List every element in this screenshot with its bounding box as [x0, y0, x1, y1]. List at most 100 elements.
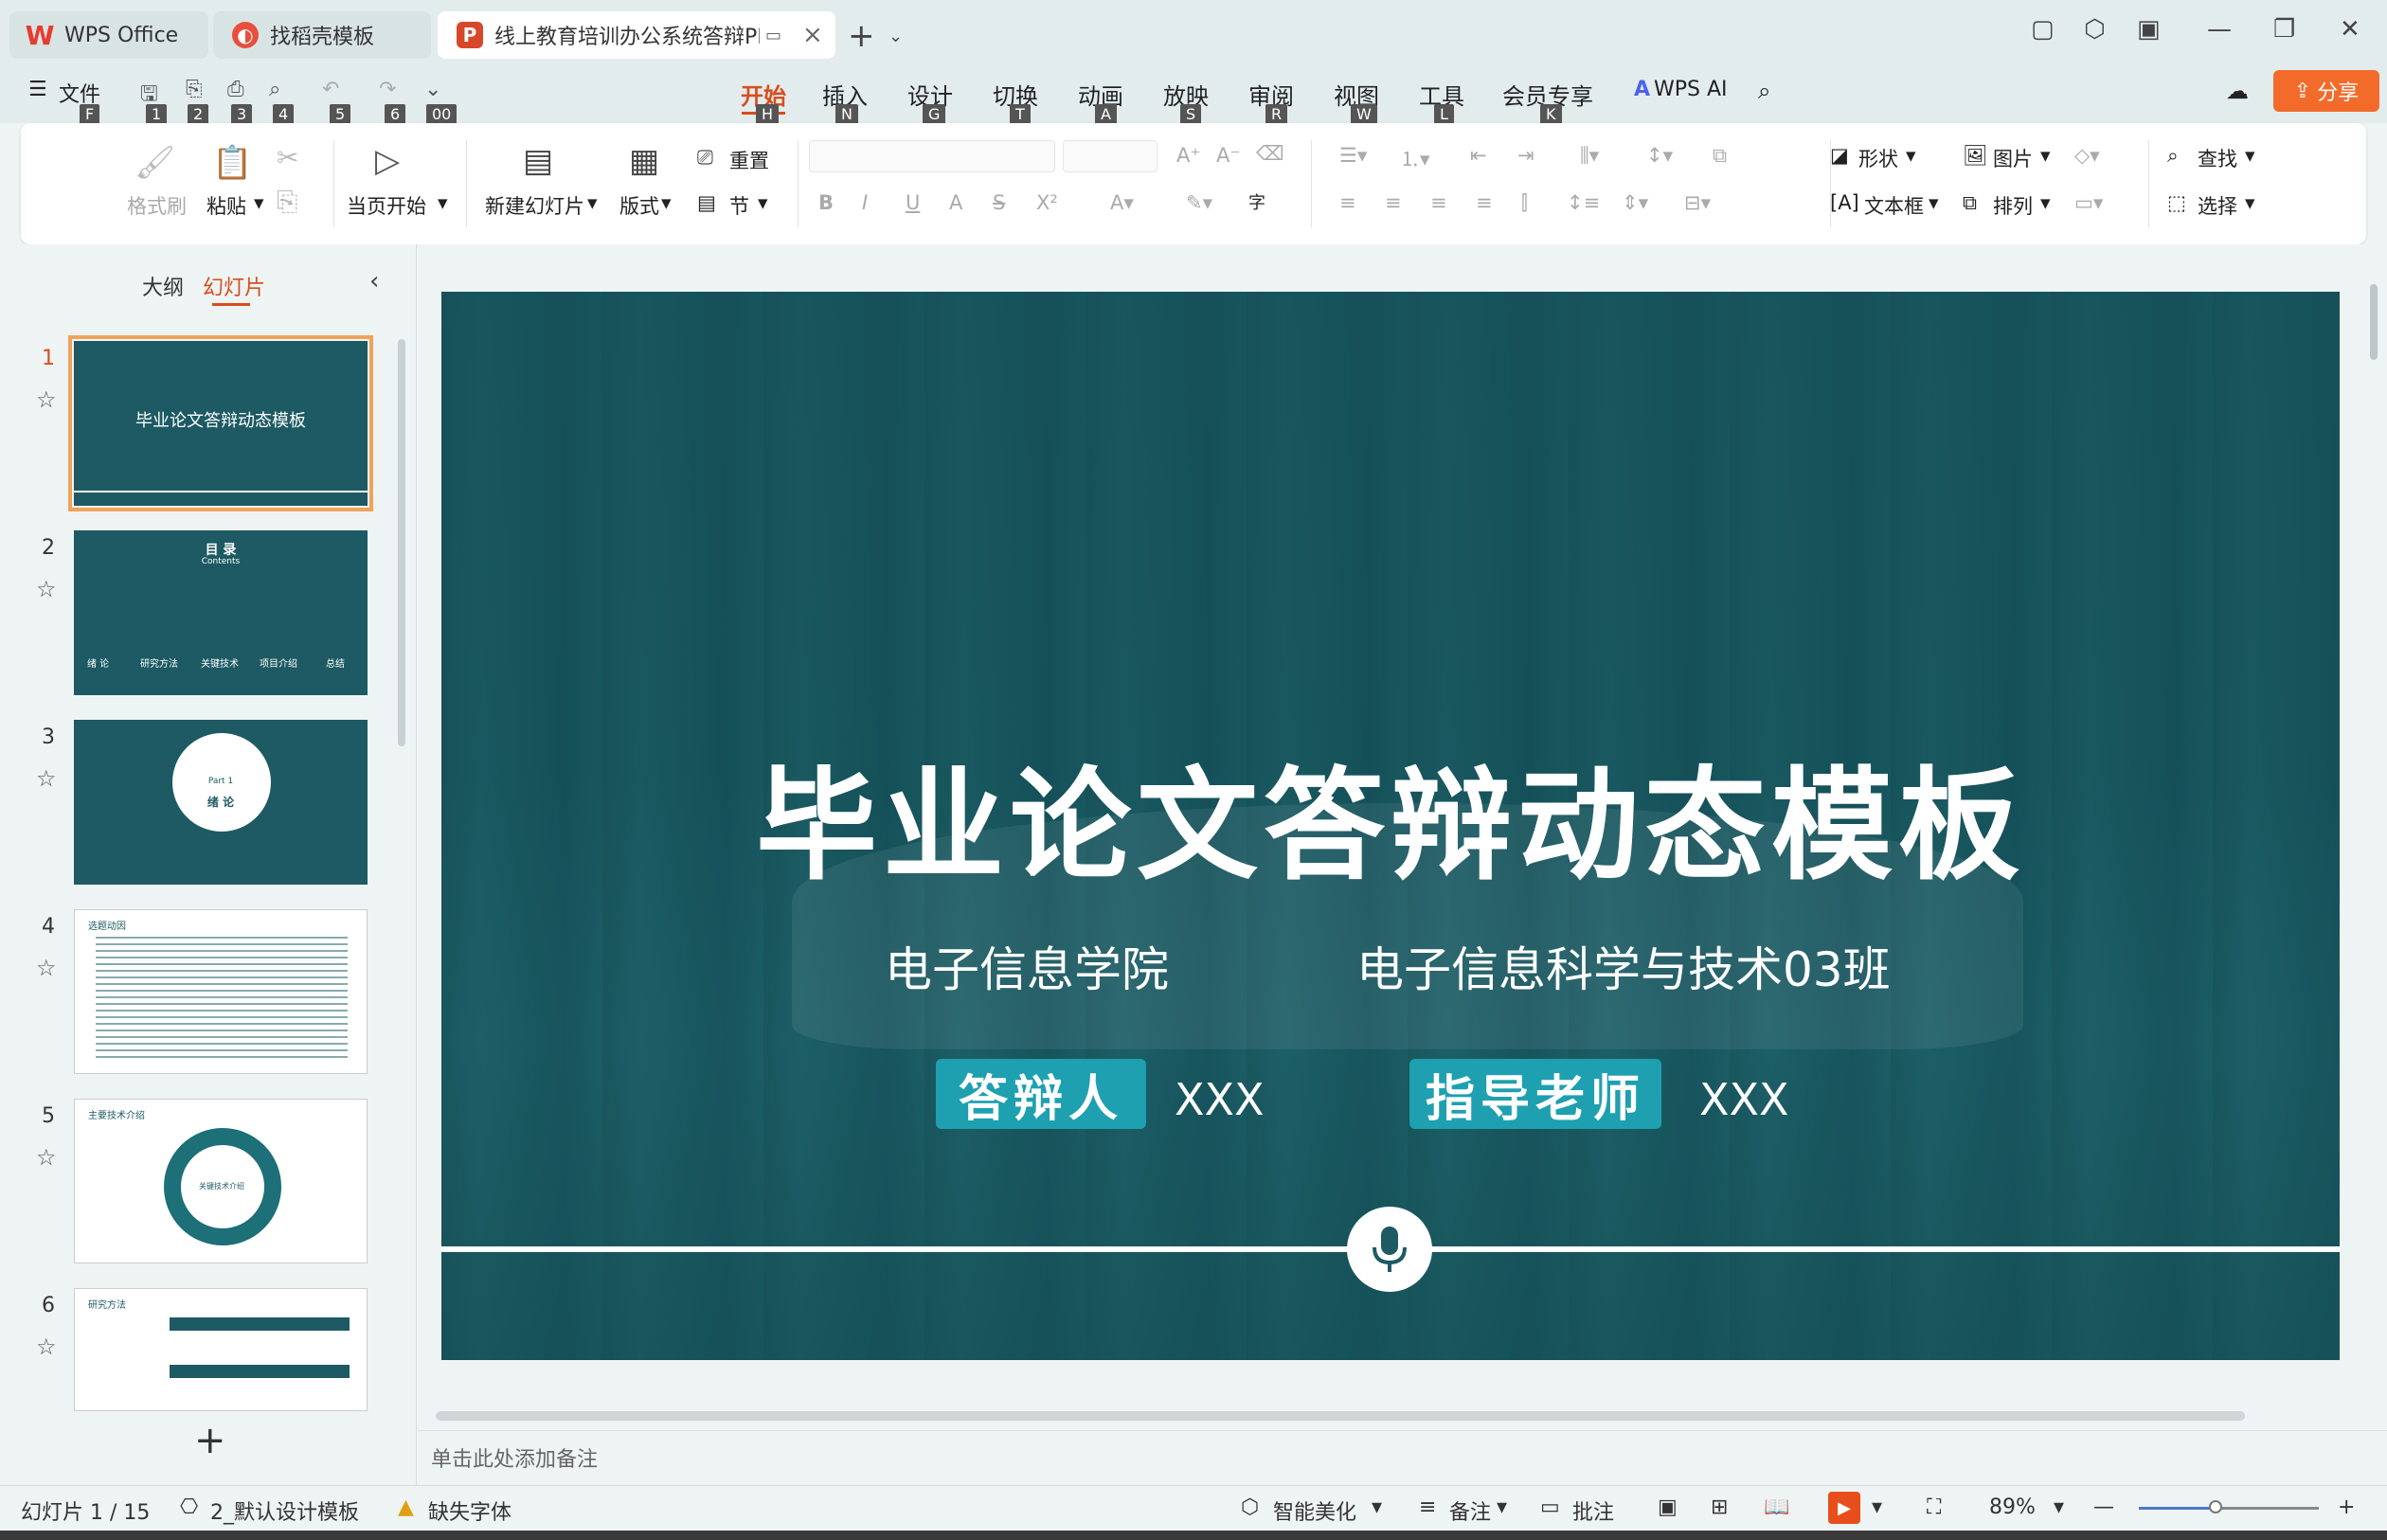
- play-icon[interactable]: ▷: [375, 142, 400, 180]
- font-name-select[interactable]: [809, 140, 1055, 172]
- smart-beautify-icon[interactable]: ⬡: [1241, 1495, 1259, 1519]
- panel-scrollbar[interactable]: [398, 339, 405, 746]
- close-window-icon[interactable]: ✕: [2340, 15, 2360, 44]
- wps-ai-button[interactable]: A WPS AI: [1634, 78, 1728, 101]
- print-preview-icon[interactable]: ⌕: [269, 78, 280, 101]
- arrange-button[interactable]: 排列: [1993, 191, 2033, 220]
- slide-canvas[interactable]: 毕业论文答辩动态模板 电子信息学院 电子信息科学与技术03班 答辩人 XXX 指…: [441, 292, 2340, 1360]
- font-size-select[interactable]: [1063, 140, 1158, 172]
- select-icon[interactable]: ⬚: [2167, 191, 2186, 214]
- picture-icon[interactable]: 🖼: [1963, 144, 1988, 168]
- missing-font-button[interactable]: 缺失字体: [428, 1495, 512, 1526]
- cut-icon[interactable]: ✂: [277, 142, 298, 173]
- text-align-vertical-icon[interactable]: ⊟▾: [1684, 191, 1711, 214]
- find-icon[interactable]: ⌕: [2167, 144, 2179, 168]
- star-icon[interactable]: ☆: [36, 955, 57, 981]
- tab-docer-templates[interactable]: ◐ 找稻壳模板: [213, 11, 431, 59]
- star-icon[interactable]: ☆: [36, 1144, 57, 1171]
- picture-button[interactable]: 图片: [1993, 144, 2033, 172]
- star-icon[interactable]: ☆: [36, 386, 57, 413]
- close-tab-icon[interactable]: ×: [802, 21, 823, 49]
- arrange-icon[interactable]: ⧉: [1963, 191, 1977, 215]
- star-icon[interactable]: ☆: [36, 1334, 57, 1360]
- new-tab-plus-icon[interactable]: +: [848, 17, 875, 55]
- chevron-down-icon[interactable]: ▾: [2054, 1495, 2064, 1519]
- minimize-icon[interactable]: —: [2207, 15, 2232, 44]
- customize-chevron-icon[interactable]: ⌄: [424, 78, 441, 101]
- notes-icon[interactable]: ≡: [1419, 1495, 1436, 1519]
- comments-button[interactable]: 批注: [1572, 1495, 1614, 1526]
- slide-thumbnail-3[interactable]: Part 1 绪 论: [74, 720, 368, 885]
- chevron-down-icon[interactable]: ▾: [2245, 191, 2255, 214]
- slide-thumbnail-2[interactable]: 目 录 Contents 绪 论 研究方法 关键技术 项目介绍 总结: [74, 530, 368, 695]
- tab-current-document[interactable]: P 线上教育培训办公系统答辩PPT ▭ ×: [438, 11, 835, 59]
- line-spacing-icon[interactable]: ↕≡: [1567, 191, 1600, 214]
- chevron-down-icon[interactable]: ▾: [2040, 144, 2051, 167]
- shape-button[interactable]: 形状: [1858, 144, 1898, 172]
- restore-icon[interactable]: ❐: [2273, 15, 2295, 44]
- chevron-down-icon[interactable]: ▾: [2245, 144, 2255, 167]
- normal-view-icon[interactable]: ▣: [1658, 1495, 1678, 1519]
- section-icon[interactable]: ▤: [697, 191, 716, 214]
- format-painter-button[interactable]: 格式刷: [127, 191, 187, 220]
- chevron-down-icon[interactable]: ▾: [587, 191, 598, 214]
- reset-button[interactable]: 重置: [729, 146, 769, 174]
- shape-icon[interactable]: ◪: [1830, 144, 1849, 167]
- search-icon[interactable]: ⌕: [1758, 78, 1770, 104]
- justify-icon[interactable]: ≡: [1476, 191, 1493, 214]
- add-slide-plus-icon[interactable]: +: [194, 1419, 226, 1462]
- columns-icon[interactable]: ⫼▾: [1580, 144, 1599, 168]
- align-right-icon[interactable]: ≡: [1430, 191, 1447, 214]
- strikethrough-icon[interactable]: S: [993, 191, 1005, 214]
- notes-placeholder[interactable]: 单击此处添加备注: [431, 1442, 598, 1473]
- highlight-icon[interactable]: ✎▾: [1186, 191, 1212, 214]
- slide-thumbnail-5[interactable]: 主要技术介绍 关键技术介绍: [74, 1099, 368, 1263]
- redo-icon[interactable]: ↷: [379, 78, 396, 101]
- advisor-value[interactable]: XXX: [1699, 1074, 1789, 1125]
- star-icon[interactable]: ☆: [36, 576, 57, 602]
- play-from-current-button[interactable]: 当页开始: [347, 191, 426, 220]
- chevron-down-icon[interactable]: ▾: [1906, 144, 1916, 167]
- textbox-icon[interactable]: [A]: [1830, 191, 1859, 214]
- theme-icon[interactable]: ⎔: [180, 1495, 198, 1519]
- superscript-icon[interactable]: X²: [1036, 191, 1058, 214]
- fit-window-icon[interactable]: ⛶: [1927, 1495, 1941, 1519]
- slide-thumbnail-4[interactable]: 选题动因: [74, 909, 368, 1074]
- distribute-icon[interactable]: ⫿: [1521, 191, 1528, 215]
- text-direction-icon[interactable]: ↕▾: [1646, 144, 1673, 167]
- cube-icon[interactable]: ⬡: [2084, 15, 2106, 44]
- chevron-down-icon[interactable]: ▾: [1872, 1495, 1882, 1519]
- defender-value[interactable]: XXX: [1175, 1074, 1265, 1125]
- print-icon[interactable]: ⎙: [227, 78, 244, 101]
- slideshow-play-icon[interactable]: ▶: [1828, 1492, 1860, 1524]
- chevron-down-icon[interactable]: ▾: [254, 191, 264, 214]
- zoom-out-icon[interactable]: —: [2093, 1495, 2114, 1519]
- fill-icon[interactable]: ◇▾: [2074, 144, 2100, 167]
- collapse-panel-icon[interactable]: ‹: [369, 267, 379, 295]
- class-text[interactable]: 电子信息科学与技术03班: [1356, 932, 1891, 1000]
- bullets-icon[interactable]: ☰▾: [1339, 144, 1367, 167]
- decrease-font-icon[interactable]: A⁻: [1216, 144, 1240, 167]
- layout-icon[interactable]: ▦: [629, 142, 659, 180]
- tab-outline[interactable]: 大纲: [142, 271, 184, 301]
- reset-icon[interactable]: ⎚: [697, 146, 713, 170]
- underline-icon[interactable]: U: [906, 191, 920, 214]
- defender-badge[interactable]: 答辩人: [936, 1059, 1146, 1129]
- share-button[interactable]: ⇪ 分享: [2273, 70, 2379, 112]
- slide-thumbnail-1[interactable]: 毕业论文答辩动态模板: [68, 335, 373, 511]
- paste-button[interactable]: 粘贴: [206, 191, 246, 220]
- chevron-down-icon[interactable]: ▾: [1929, 191, 1939, 214]
- reading-view-icon[interactable]: 📖: [1764, 1495, 1789, 1519]
- select-button[interactable]: 选择: [2198, 191, 2237, 220]
- window-layout-icon[interactable]: ▢: [2031, 15, 2055, 44]
- comment-icon[interactable]: ▭: [1540, 1495, 1560, 1519]
- template-name[interactable]: 2_默认设计模板: [210, 1495, 359, 1526]
- notes-pane[interactable]: 单击此处添加备注: [418, 1430, 2387, 1485]
- chevron-down-icon[interactable]: ▾: [438, 191, 448, 214]
- new-slide-button[interactable]: 新建幻灯片: [485, 191, 584, 220]
- avatar[interactable]: ▣: [2137, 15, 2161, 44]
- chevron-down-icon[interactable]: ▾: [661, 191, 672, 214]
- export-icon[interactable]: ⎘: [186, 78, 203, 101]
- paragraph-spacing-icon[interactable]: ⇕▾: [1622, 191, 1648, 214]
- slide-title[interactable]: 毕业论文答辩动态模板: [441, 727, 2340, 903]
